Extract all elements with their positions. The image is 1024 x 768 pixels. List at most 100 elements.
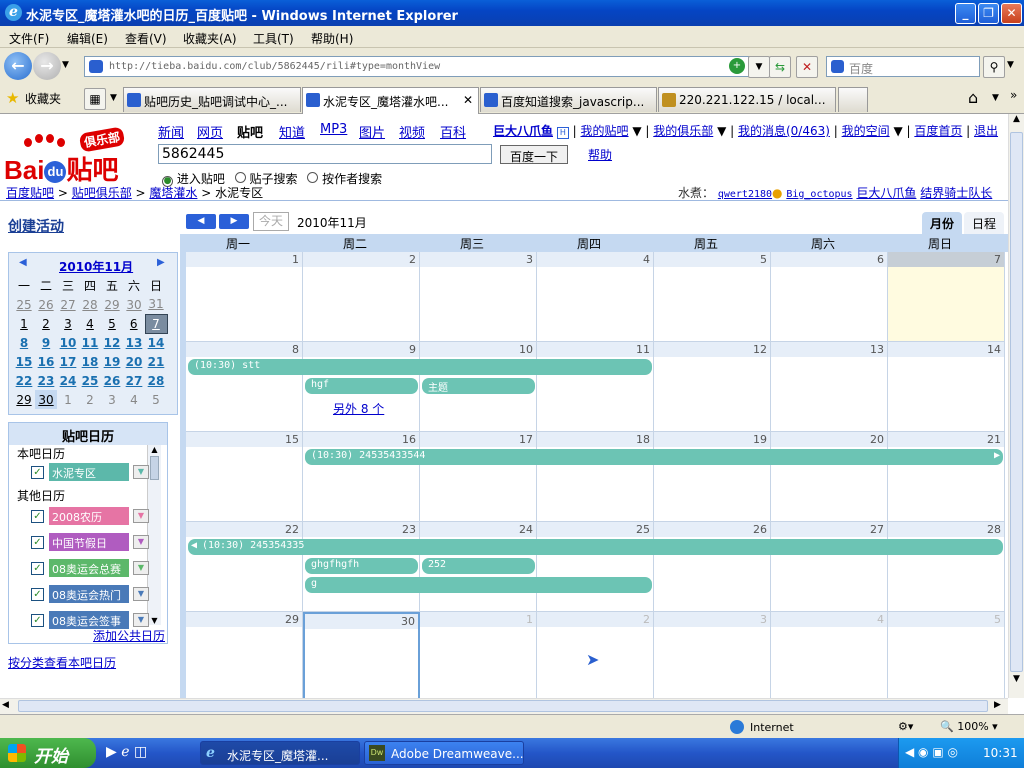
- mini-cal-day[interactable]: 28: [145, 371, 167, 390]
- calendar-panel-scrollbar[interactable]: ▲ ▼: [147, 445, 161, 625]
- history-dropdown-icon[interactable]: ▼: [62, 60, 69, 70]
- more-tools-icon[interactable]: »: [1010, 88, 1017, 102]
- menu-favorites[interactable]: 收藏夹(A): [183, 30, 237, 47]
- favorites-star-icon[interactable]: ★: [6, 89, 19, 107]
- member-link[interactable]: 结界骑士队长: [920, 186, 992, 200]
- calendar-checkbox[interactable]: ✓: [31, 562, 44, 575]
- mini-cal-day[interactable]: 5: [145, 390, 167, 409]
- mini-cal-day[interactable]: 2: [79, 390, 101, 409]
- nav-web[interactable]: 网页: [197, 122, 223, 141]
- mini-cal-day[interactable]: 10: [57, 333, 79, 352]
- create-activity-link[interactable]: 创建活动: [8, 216, 64, 236]
- mini-cal-title[interactable]: 2010年11月: [59, 258, 133, 275]
- nav-images[interactable]: 图片: [359, 122, 385, 141]
- zoom-level[interactable]: 🔍 100% ▾: [940, 720, 998, 733]
- mini-cal-day[interactable]: 9: [35, 333, 57, 352]
- tab-list-icon[interactable]: ▼: [110, 93, 117, 103]
- calendar-item-dropdown-icon[interactable]: ▼: [133, 561, 149, 575]
- mini-cal-day[interactable]: 3: [57, 314, 79, 333]
- mini-cal-day[interactable]: 26: [35, 295, 57, 314]
- add-public-calendar-link[interactable]: 添加公共日历: [93, 627, 165, 644]
- calendar-item-dropdown-icon[interactable]: ▼: [133, 465, 149, 479]
- radio-author-search[interactable]: 按作者搜索: [307, 172, 382, 186]
- mini-cal-day[interactable]: 31: [145, 295, 167, 314]
- stop-icon[interactable]: ✕: [796, 56, 818, 78]
- mini-cal-day[interactable]: 26: [101, 371, 123, 390]
- mini-cal-day[interactable]: 2: [35, 314, 57, 333]
- mini-cal-day[interactable]: 18: [79, 352, 101, 371]
- close-window-button[interactable]: ✕: [1001, 3, 1022, 24]
- mini-cal-day[interactable]: 16: [35, 352, 57, 371]
- mini-cal-day[interactable]: 12: [101, 333, 123, 352]
- mini-cal-day[interactable]: 15: [13, 352, 35, 371]
- address-input[interactable]: http://tieba.baidu.com/club/5862445/rili…: [84, 56, 766, 77]
- ie-search-input[interactable]: 百度: [826, 56, 980, 77]
- taskbar-ie-window[interactable]: e 水泥专区_魔塔灌...: [200, 741, 360, 765]
- next-month-button[interactable]: ▶: [219, 214, 249, 229]
- menu-edit[interactable]: 编辑(E): [67, 30, 108, 47]
- calendar-event[interactable]: (10:30) 24535433544 ▶: [305, 449, 1003, 465]
- member-link[interactable]: qwert2180: [718, 189, 772, 200]
- mini-cal-day[interactable]: 11: [79, 333, 101, 352]
- calendar-item-dropdown-icon[interactable]: ▼: [133, 587, 149, 601]
- calendar-item-dropdown-icon[interactable]: ▼: [133, 509, 149, 523]
- page-horizontal-scrollbar[interactable]: ◀ ▶: [0, 698, 1008, 714]
- calendar-item[interactable]: 08奥运会总赛: [49, 559, 129, 577]
- window-title-bar[interactable]: e 水泥专区_魔塔灌水吧的日历_百度贴吧 - Windows Internet …: [0, 0, 1024, 26]
- tab-history[interactable]: 贴吧历史_贴吧调试中心_...: [123, 87, 301, 112]
- maximize-button[interactable]: ❐: [978, 3, 999, 24]
- mini-cal-day[interactable]: 20: [123, 352, 145, 371]
- calendar-item[interactable]: 2008农历: [49, 507, 129, 525]
- home-dropdown-icon[interactable]: ▼: [992, 93, 999, 103]
- calendar-item[interactable]: 08奥运会热门: [49, 585, 129, 603]
- calendar-checkbox[interactable]: ✓: [31, 614, 44, 627]
- mini-cal-day[interactable]: 3: [101, 390, 123, 409]
- mini-cal-day[interactable]: 6: [123, 314, 145, 333]
- today-button[interactable]: 今天: [253, 212, 289, 231]
- baidu-logo[interactable]: Bai du 贴吧: [4, 150, 118, 187]
- breadcrumb-club[interactable]: 贴吧俱乐部: [72, 186, 132, 200]
- quick-tabs-icon[interactable]: ▦: [84, 88, 106, 110]
- mini-cal-day[interactable]: 30: [123, 295, 145, 314]
- search-icon[interactable]: ⚲: [983, 56, 1005, 78]
- nav-video[interactable]: 视频: [399, 122, 425, 141]
- mini-cal-day[interactable]: 8: [13, 333, 35, 352]
- mini-cal-day[interactable]: 7: [144, 313, 168, 334]
- minimize-button[interactable]: _: [955, 3, 976, 24]
- mini-cal-day[interactable]: 1: [13, 314, 35, 333]
- mini-cal-day[interactable]: 30: [35, 390, 57, 409]
- logout-link[interactable]: 退出: [974, 124, 998, 138]
- calendar-checkbox[interactable]: ✓: [31, 510, 44, 523]
- tray-icons[interactable]: ◀ ◉ ▣ ◎: [905, 745, 958, 759]
- tab-phpmyadmin[interactable]: 220.221.122.15 / local...: [658, 87, 836, 112]
- mini-cal-day[interactable]: 17: [57, 352, 79, 371]
- more-events-link[interactable]: 另外 8 个: [333, 400, 384, 417]
- calendar-event[interactable]: ◀ (10:30) 245354335: [188, 539, 1003, 555]
- nav-tieba[interactable]: 贴吧: [237, 122, 263, 141]
- back-button[interactable]: ←: [4, 52, 32, 80]
- nav-zhidao[interactable]: 知道: [279, 122, 305, 141]
- category-view-link[interactable]: 按分类查看本吧日历: [8, 654, 116, 671]
- refresh-icon[interactable]: ⇆: [769, 56, 791, 78]
- nav-news[interactable]: 新闻: [158, 122, 184, 141]
- nav-baike[interactable]: 百科: [440, 122, 466, 141]
- address-dropdown-icon[interactable]: ▼: [748, 56, 770, 78]
- new-tab-button[interactable]: [838, 87, 868, 112]
- search-options-icon[interactable]: ▼: [1007, 60, 1014, 70]
- mini-cal-day[interactable]: 4: [123, 390, 145, 409]
- my-space-link[interactable]: 我的空间: [842, 124, 890, 138]
- calendar-checkbox[interactable]: ✓: [31, 588, 44, 601]
- breadcrumb-mota[interactable]: 魔塔灌水: [149, 186, 197, 200]
- calendar-item[interactable]: 中国节假日: [49, 533, 129, 551]
- tab-zhidao[interactable]: 百度知道搜索_javascrip...: [480, 87, 657, 112]
- prev-month-icon[interactable]: ◀: [19, 257, 27, 268]
- calendar-event[interactable]: 252: [422, 558, 535, 574]
- calendar-event[interactable]: hgf: [305, 378, 418, 394]
- calendar-event[interactable]: (10:30) stt: [188, 359, 652, 375]
- mini-cal-day[interactable]: 23: [35, 371, 57, 390]
- mini-cal-day[interactable]: 14: [145, 333, 167, 352]
- tab-current[interactable]: 水泥专区_魔塔灌水吧... ✕: [302, 87, 479, 114]
- protected-mode-icon[interactable]: ⚙▾: [898, 720, 913, 733]
- menu-view[interactable]: 查看(V): [125, 30, 167, 47]
- favorites-label[interactable]: 收藏夹: [25, 90, 61, 107]
